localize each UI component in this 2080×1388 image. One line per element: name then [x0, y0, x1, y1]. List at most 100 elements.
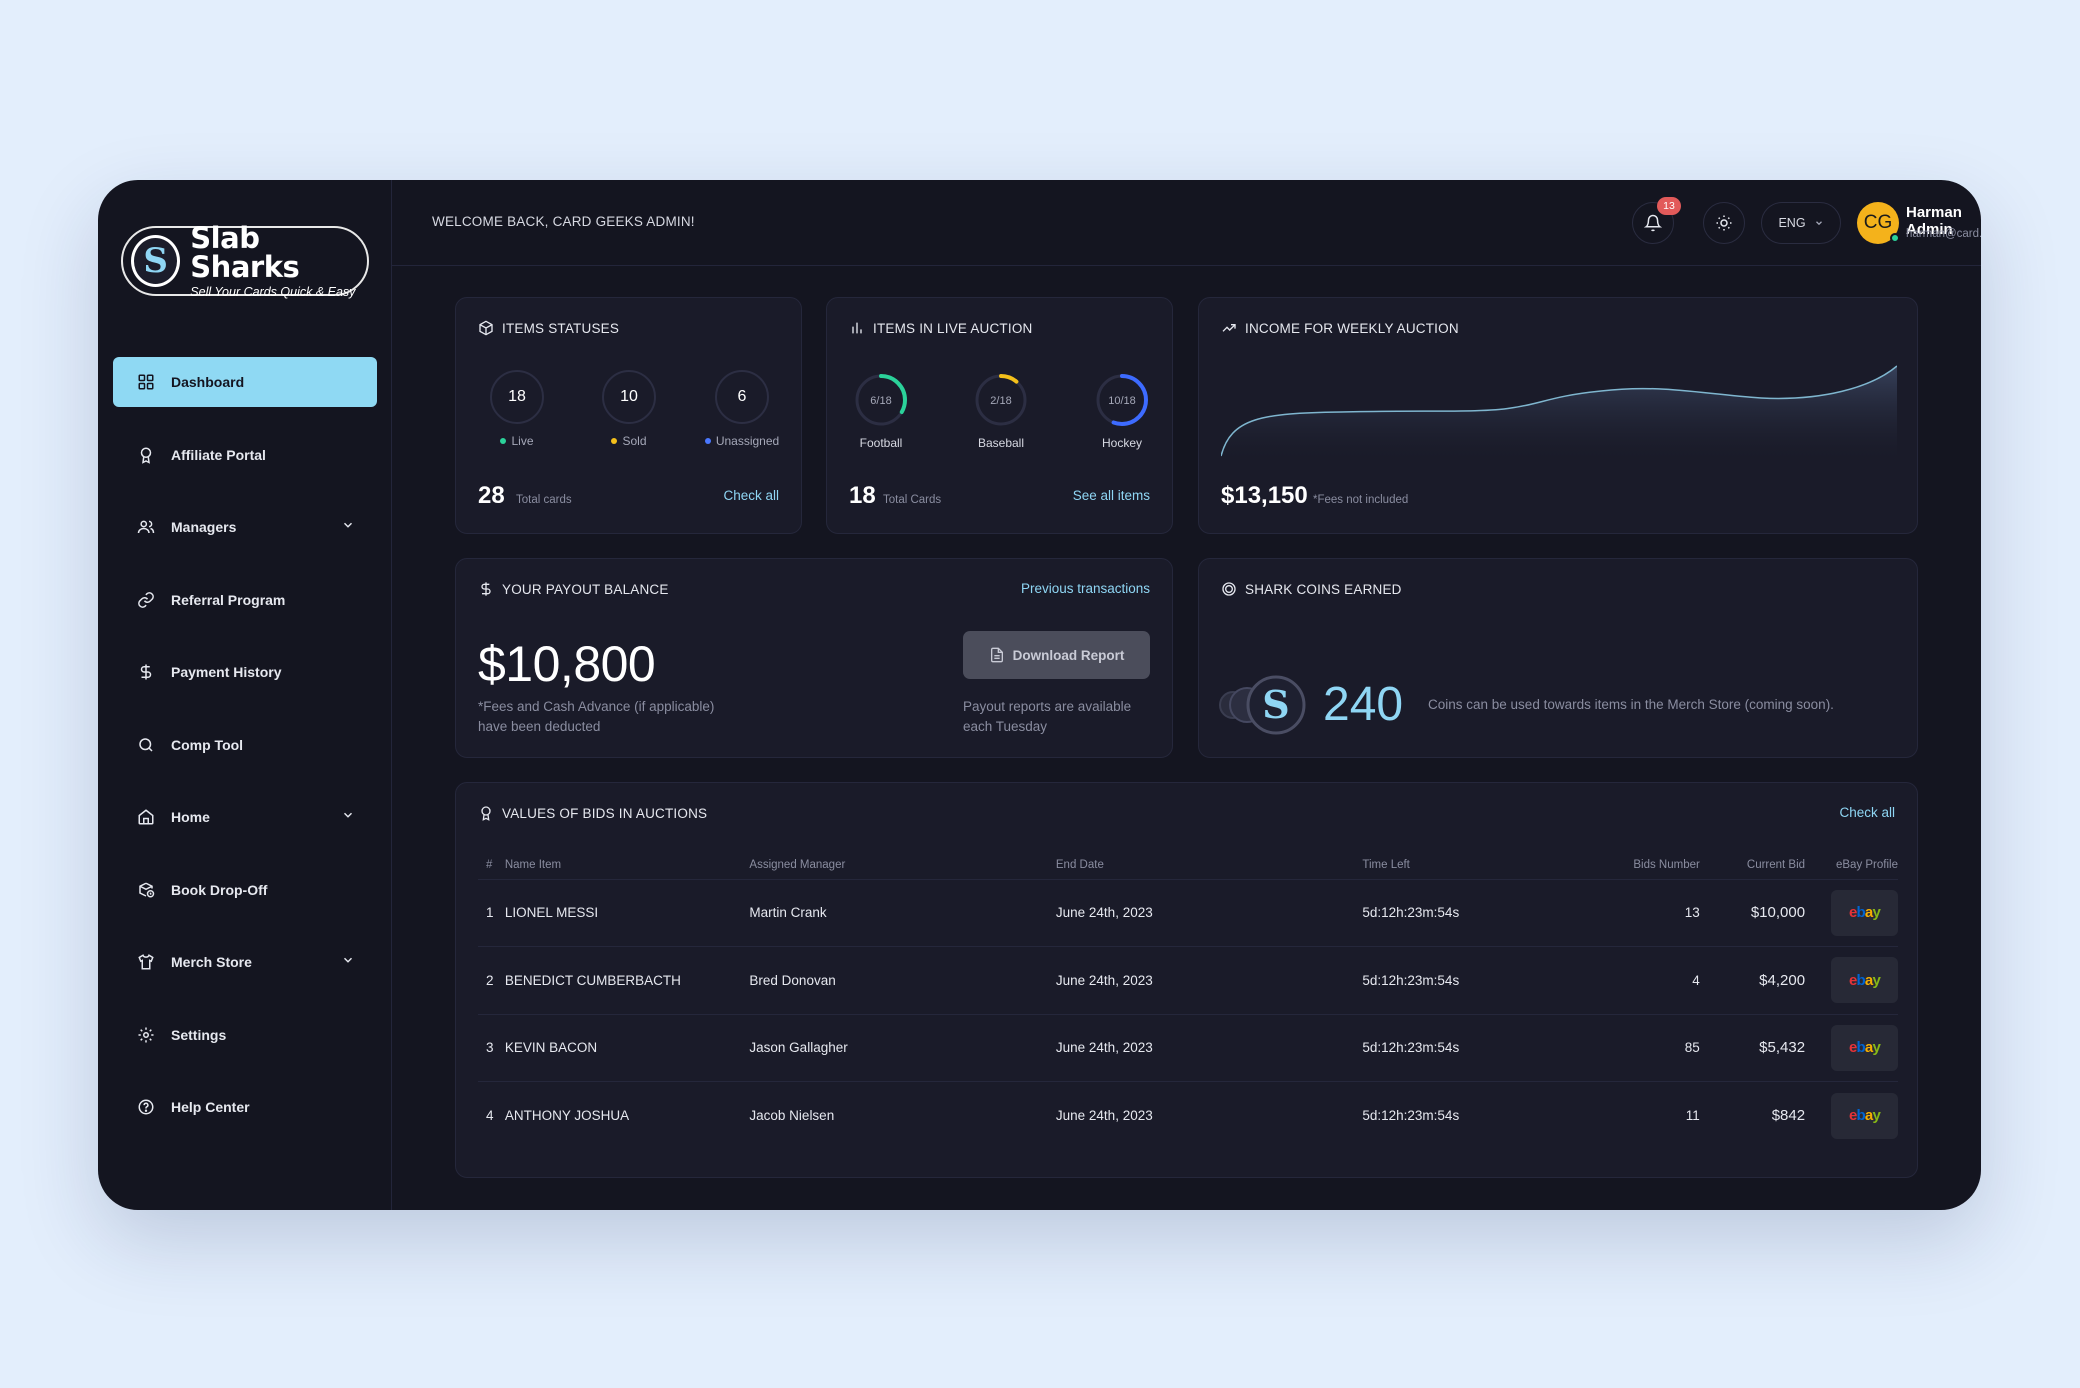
stat-label: Sold — [622, 434, 647, 448]
brand-tagline: Sell Your Cards Quick & Easy — [190, 284, 356, 299]
row-end-date: June 24th, 2023 — [1055, 1014, 1363, 1082]
sidebar-item-dashboard[interactable]: Dashboard — [113, 357, 377, 407]
sidebar-nav: Dashboard Affiliate Portal Managers Refe… — [113, 357, 377, 1155]
sidebar-item-settings[interactable]: Settings — [113, 1010, 377, 1060]
ring-text: 6/18 — [870, 395, 891, 407]
ring-label: Football — [859, 436, 903, 450]
row-name: KEVIN BACON — [504, 1014, 750, 1082]
income-note: *Fees not included — [1313, 494, 1409, 506]
sidebar-item-book-drop-off[interactable]: Book Drop-Off — [113, 865, 377, 915]
stat-label: Live — [511, 434, 534, 448]
row-bids-number: 85 — [1612, 1014, 1700, 1082]
row-index: 3 — [478, 1014, 505, 1082]
online-status-dot — [1890, 233, 1900, 243]
svg-text:S: S — [1262, 682, 1289, 727]
progress-ring: 2/18 — [975, 374, 1027, 426]
award-icon — [140, 447, 152, 464]
report-note-line: each Tuesday — [963, 719, 1048, 734]
card-title: SHARK COINS EARNED — [1245, 581, 1402, 597]
table-row[interactable]: 3 KEVIN BACON Jason Gallagher June 24th,… — [478, 1014, 1898, 1082]
avatar[interactable]: CG — [1857, 202, 1900, 244]
check-all-statuses-link[interactable]: Check all — [723, 488, 779, 503]
ebay-profile-button[interactable]: ebay — [1831, 889, 1898, 936]
col-header-manager: Assigned Manager — [749, 851, 1056, 880]
income-area-chart — [1221, 365, 1897, 458]
bids-values-card: VALUES OF BIDS IN AUCTIONS Check all # N… — [455, 782, 1918, 1178]
chevron-down-icon[interactable] — [341, 808, 355, 822]
theme-toggle-button[interactable] — [1703, 202, 1745, 244]
sidebar-item-label: Referral Program — [171, 591, 286, 608]
total-cards-label: Total cards — [516, 494, 572, 506]
sidebar-item-comp-tool[interactable]: Comp Tool — [113, 720, 377, 770]
check-all-bids-link[interactable]: Check all — [1839, 805, 1895, 820]
row-current-bid: $4,200 — [1699, 946, 1806, 1015]
payout-amount: $10,800 — [478, 636, 656, 692]
welcome-message: WELCOME BACK, CARD GEEKS ADMIN! — [432, 214, 695, 229]
ring-baseball: 2/18 Baseball — [951, 372, 1051, 450]
row-bids-number: 13 — [1612, 879, 1700, 947]
payout-note-line: *Fees and Cash Advance (if applicable) — [478, 699, 715, 714]
table-row[interactable]: 2 BENEDICT CUMBERBACTH Bred Donovan June… — [478, 946, 1898, 1015]
bids-table: # Name Item Assigned Manager End Date Ti… — [478, 851, 1898, 1149]
logo-mark: S — [131, 235, 181, 287]
brand-logo[interactable]: S Slab Sharks Sell Your Cards Quick & Ea… — [121, 223, 369, 299]
col-header-time-left: Time Left — [1362, 851, 1613, 880]
weekly-income-card: INCOME FOR WEEKLY AUCTION $13,150 *Fees … — [1198, 297, 1918, 534]
total-cards-count: 28 — [478, 482, 505, 509]
stat-value: 18 — [490, 370, 544, 424]
chevron-down-icon[interactable] — [341, 518, 355, 532]
download-report-label: Download Report — [1012, 647, 1125, 663]
sidebar-item-managers[interactable]: Managers — [113, 502, 377, 552]
card-title: YOUR PAYOUT BALANCE — [502, 581, 669, 597]
chevron-down-icon[interactable] — [341, 953, 355, 967]
document-icon — [990, 647, 1003, 663]
income-amount: $13,150 — [1221, 482, 1308, 509]
ebay-profile-button[interactable]: ebay — [1831, 1024, 1898, 1071]
report-note-line: Payout reports are available — [963, 699, 1132, 714]
card-title: INCOME FOR WEEKLY AUCTION — [1245, 320, 1459, 336]
user-email: harman@card.geeks — [1906, 228, 1981, 240]
col-header-name: Name Item — [504, 851, 750, 880]
coin-icon — [1222, 582, 1236, 596]
row-time-left: 5d:12h:23m:54s — [1362, 1014, 1613, 1082]
row-current-bid: $842 — [1771, 1107, 1806, 1124]
card-title: VALUES OF BIDS IN AUCTIONS — [502, 805, 708, 821]
live-auction-card: ITEMS IN LIVE AUCTION 6/18 Football 2/18… — [826, 297, 1173, 534]
report-note: Payout reports are available each Tuesda… — [963, 697, 1131, 737]
sidebar-item-home[interactable]: Home — [113, 792, 377, 842]
sidebar-item-merch-store[interactable]: Merch Store — [113, 937, 377, 987]
grid-icon — [138, 374, 154, 390]
sidebar-item-help-center[interactable]: Help Center — [113, 1082, 377, 1132]
language-selector[interactable]: ENG — [1761, 202, 1841, 244]
sidebar-item-label: Merch Store — [171, 954, 252, 970]
table-row[interactable]: 1 LIONEL MESSI Martin Crank June 24th, 2… — [478, 879, 1898, 947]
ebay-profile-button[interactable]: ebay — [1831, 957, 1898, 1004]
stat-value: 6 — [715, 370, 769, 424]
help-icon — [138, 1099, 154, 1115]
table-row[interactable]: 4 ANTHONY JOSHUA Jacob Nielsen June 24th… — [478, 1082, 1898, 1150]
status-dot — [704, 438, 711, 444]
download-report-button[interactable]: Download Report — [963, 631, 1150, 679]
chevron-down-icon — [1815, 221, 1822, 226]
shark-coins-card: SHARK COINS EARNED S 240 Coins can be us… — [1198, 558, 1918, 758]
ebay-profile-button[interactable]: ebay — [1831, 1092, 1898, 1139]
home-icon — [138, 809, 154, 825]
row-bids-number: 4 — [1612, 946, 1700, 1015]
col-header-bids-number: Bids Number — [1612, 851, 1700, 880]
see-all-items-link[interactable]: See all items — [1073, 488, 1150, 503]
progress-ring: 6/18 — [855, 374, 907, 426]
ring-label: Baseball — [977, 436, 1025, 450]
row-time-left: 5d:12h:23m:54s — [1362, 946, 1613, 1015]
row-index: 4 — [486, 1108, 494, 1123]
sidebar-item-payment-history[interactable]: Payment History — [113, 647, 377, 697]
sidebar-item-affiliate-portal[interactable]: Affiliate Portal — [113, 430, 377, 480]
stat-label: Unassigned — [715, 434, 780, 448]
trending-up-icon — [1222, 324, 1236, 332]
payout-note-line: have been deducted — [478, 719, 601, 734]
sidebar-item-referral-program[interactable]: Referral Program — [113, 575, 377, 625]
search-icon — [139, 737, 153, 752]
row-manager: Bred Donovan — [749, 946, 1056, 1015]
notifications-button[interactable]: 13 — [1632, 197, 1681, 244]
previous-transactions-link[interactable]: Previous transactions — [1021, 581, 1150, 596]
ring-label: Hockey — [1101, 436, 1142, 450]
